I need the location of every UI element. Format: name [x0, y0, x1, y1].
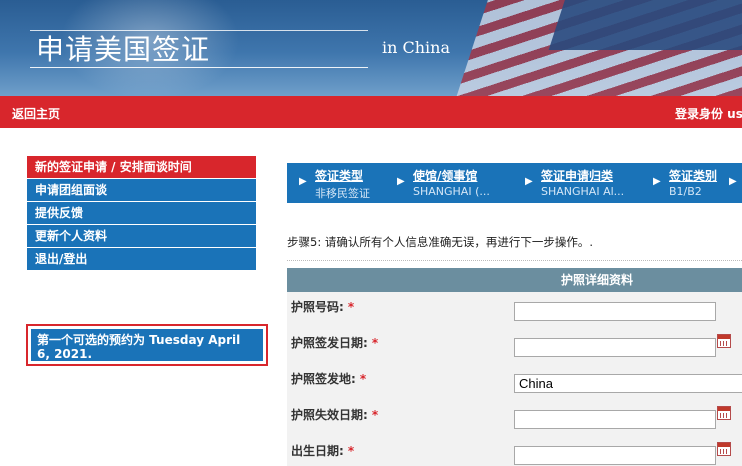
menu-item-logout[interactable]: 退出/登出	[27, 248, 256, 271]
chevron-right-icon: ▶	[729, 176, 737, 187]
field-label: 护照失效日期: *	[291, 408, 379, 422]
required-mark: *	[371, 336, 379, 350]
step-label: 签证类别	[669, 169, 718, 183]
step-value: 非移民签证	[315, 187, 370, 200]
step-label: 使馆/领事馆	[413, 169, 478, 183]
appointment-notice: 第一个可选的预约为 Tuesday April 6, 2021.	[26, 324, 268, 366]
required-mark: *	[359, 372, 367, 386]
passport-issue-place-input[interactable]	[514, 374, 742, 393]
calendar-icon[interactable]	[717, 442, 731, 456]
step-label: 签证申请归类	[541, 169, 614, 183]
required-mark: *	[347, 300, 355, 314]
required-mark: *	[371, 408, 379, 422]
passport-issue-date-input[interactable]	[514, 338, 716, 357]
field-label: 护照号码: *	[291, 300, 355, 314]
passport-form: 护照详细资料 护照号码:* 护照签发日期:* 护照签发地:* 护照失效日期:* …	[287, 268, 742, 466]
chevron-right-icon: ▶	[653, 176, 661, 187]
dotted-divider	[287, 260, 742, 261]
menu-item-feedback[interactable]: 提供反馈	[27, 202, 256, 225]
step-value: SHANGHAI Al...	[541, 185, 625, 198]
flag-canton-decoration	[548, 0, 742, 50]
step-value: B1/B2	[669, 185, 702, 198]
field-label: 出生日期: *	[291, 444, 355, 458]
calendar-icon[interactable]	[717, 334, 731, 348]
top-navbar: 返回主页 登录身份 us	[0, 96, 742, 128]
passport-number-input[interactable]	[514, 302, 716, 321]
field-label: 护照签发日期: *	[291, 336, 379, 350]
step-label: 签证类型	[315, 169, 364, 183]
home-link[interactable]: 返回主页	[12, 105, 60, 122]
site-title: 申请美国签证	[36, 33, 211, 66]
header-banner: 申请美国签证 in China	[0, 0, 742, 96]
chevron-right-icon: ▶	[299, 176, 307, 187]
menu-item-new-application[interactable]: 新的签证申请 / 安排面谈时间	[27, 156, 256, 179]
required-mark: *	[347, 444, 355, 458]
birth-date-input[interactable]	[514, 446, 716, 465]
progress-steps: ▶ 签证类型 非移民签证 ▶ 使馆/领事馆 SHANGHAI (... ▶ 签证…	[287, 163, 742, 203]
step-instruction: 步骤5: 请确认所有个人信息准确无误，再进行下一步操作。.	[287, 235, 593, 249]
menu-item-update-profile[interactable]: 更新个人资料	[27, 225, 256, 248]
title-rule-bottom	[30, 67, 368, 68]
form-section-title: 护照详细资料	[287, 268, 742, 292]
passport-expiry-date-input[interactable]	[514, 410, 716, 429]
chevron-right-icon: ▶	[525, 176, 533, 187]
appointment-notice-text: 第一个可选的预约为 Tuesday April 6, 2021.	[31, 329, 263, 361]
site-subtitle: in China	[382, 38, 451, 57]
side-menu: 新的签证申请 / 安排面谈时间 申请团组面谈 提供反馈 更新个人资料 退出/登出	[27, 156, 256, 271]
calendar-icon[interactable]	[717, 406, 731, 420]
menu-item-group-interview[interactable]: 申请团组面谈	[27, 179, 256, 202]
field-label: 护照签发地: *	[291, 372, 367, 386]
step-value: SHANGHAI (...	[413, 185, 490, 198]
login-identity: 登录身份 us	[675, 107, 742, 121]
chevron-right-icon: ▶	[397, 176, 405, 187]
